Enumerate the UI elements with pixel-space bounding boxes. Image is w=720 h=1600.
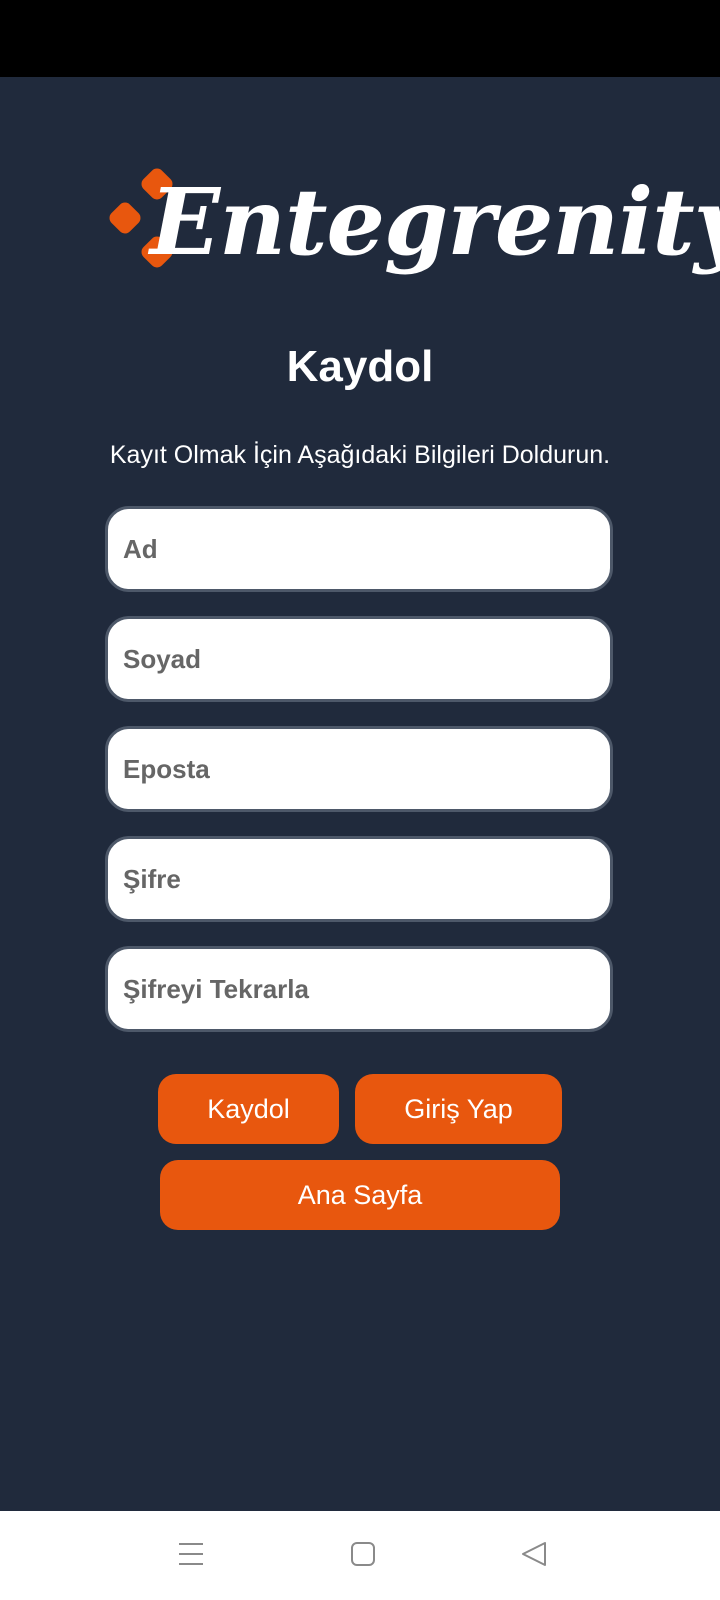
page-title: Kaydol: [286, 342, 434, 391]
last-name-input[interactable]: [121, 642, 597, 676]
menu-icon[interactable]: [178, 1541, 204, 1567]
password-repeat-field[interactable]: [105, 946, 613, 1032]
status-bar: [0, 0, 720, 77]
login-button[interactable]: Giriş Yap: [355, 1074, 562, 1144]
last-name-field[interactable]: [105, 616, 613, 702]
system-navigation-bar: [0, 1511, 720, 1600]
email-input[interactable]: [121, 752, 597, 786]
home-square-icon[interactable]: [350, 1541, 376, 1567]
back-triangle-icon[interactable]: [521, 1541, 547, 1567]
brand-name: Entegrenity: [150, 168, 720, 276]
register-button[interactable]: Kaydol: [158, 1074, 339, 1144]
first-name-field[interactable]: [105, 506, 613, 592]
password-field[interactable]: [105, 836, 613, 922]
password-repeat-input[interactable]: [121, 972, 597, 1006]
home-button[interactable]: Ana Sayfa: [160, 1160, 560, 1230]
password-input[interactable]: [121, 862, 597, 896]
page-subtitle: Kayıt Olmak İçin Aşağıdaki Bilgileri Dol…: [109, 441, 611, 469]
first-name-input[interactable]: [121, 532, 597, 566]
email-field[interactable]: [105, 726, 613, 812]
logo: Entegrenity: [106, 167, 720, 287]
